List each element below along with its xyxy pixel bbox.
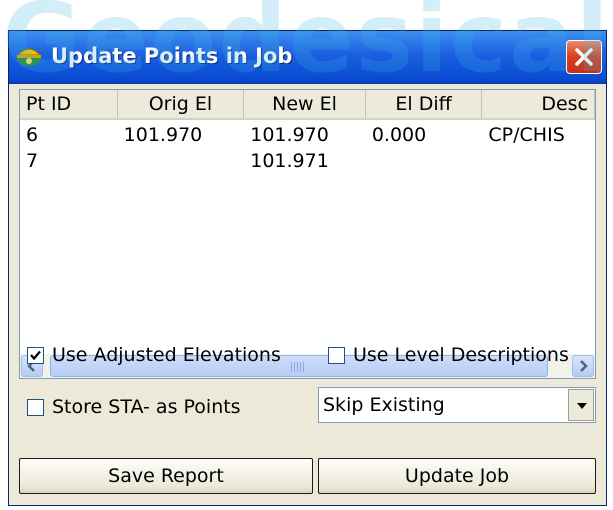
column-header-orig-el[interactable]: Orig El bbox=[117, 90, 245, 120]
column-header-el-diff[interactable]: El Diff bbox=[365, 90, 483, 120]
grip-icon bbox=[291, 362, 305, 372]
checkbox-label: Use Adjusted Elevations bbox=[52, 344, 281, 366]
cell-pt-id: 7 bbox=[26, 150, 39, 172]
survey-helmet-icon bbox=[15, 41, 43, 69]
cell-new-el: 101.971 bbox=[250, 150, 329, 172]
window-title: Update Points in Job bbox=[51, 44, 293, 68]
existing-mode-dropdown[interactable]: Skip Existing bbox=[318, 387, 596, 423]
dialog-window: Update Points in Job Pt ID Orig El New E… bbox=[8, 30, 607, 506]
column-header-pt-id[interactable]: Pt ID bbox=[20, 90, 118, 120]
checkbox-label: Use Level Descriptions bbox=[353, 344, 569, 366]
checkbox-box[interactable] bbox=[328, 346, 345, 364]
table-row[interactable]: 7 101.971 bbox=[20, 148, 595, 174]
table-row[interactable]: 6 101.970 101.970 0.000 CP/CHIS bbox=[20, 122, 595, 148]
cell-pt-id: 6 bbox=[26, 124, 39, 146]
cell-el-diff bbox=[366, 148, 483, 174]
points-list[interactable]: Pt ID Orig El New El El Diff Desc 6 101.… bbox=[19, 89, 596, 379]
close-button[interactable] bbox=[566, 40, 602, 74]
scroll-right-button[interactable] bbox=[572, 355, 594, 377]
title-bar[interactable]: Update Points in Job bbox=[9, 31, 606, 84]
checkmark-icon bbox=[30, 350, 41, 360]
close-icon bbox=[575, 48, 593, 66]
list-header: Pt ID Orig El New El El Diff Desc bbox=[20, 90, 595, 120]
chevron-down-icon bbox=[577, 403, 587, 409]
cell-new-el: 101.970 bbox=[250, 124, 329, 146]
cell-el-diff: 0.000 bbox=[371, 124, 427, 146]
store-sta-as-points-checkbox[interactable]: Store STA- as Points bbox=[27, 396, 241, 418]
use-level-descriptions-checkbox[interactable]: Use Level Descriptions bbox=[328, 344, 569, 366]
cell-orig-el: 101.970 bbox=[123, 124, 203, 146]
dropdown-value: Skip Existing bbox=[323, 394, 445, 416]
column-header-new-el[interactable]: New El bbox=[244, 90, 366, 120]
update-job-button[interactable]: Update Job bbox=[318, 458, 596, 494]
checkbox-box[interactable] bbox=[27, 346, 44, 364]
dropdown-button[interactable] bbox=[568, 389, 594, 421]
cell-desc bbox=[482, 148, 595, 174]
cell-orig-el bbox=[118, 148, 245, 174]
cell-desc: CP/CHIS bbox=[488, 124, 565, 146]
checkbox-label: Store STA- as Points bbox=[52, 396, 241, 418]
checkbox-box[interactable] bbox=[27, 398, 44, 416]
column-header-desc[interactable]: Desc bbox=[482, 90, 595, 120]
list-rows: 6 101.970 101.970 0.000 CP/CHIS 7 101.97… bbox=[20, 122, 595, 174]
chevron-right-icon bbox=[580, 360, 588, 372]
use-adjusted-elevations-checkbox[interactable]: Use Adjusted Elevations bbox=[27, 344, 281, 366]
save-report-button[interactable]: Save Report bbox=[19, 458, 313, 494]
